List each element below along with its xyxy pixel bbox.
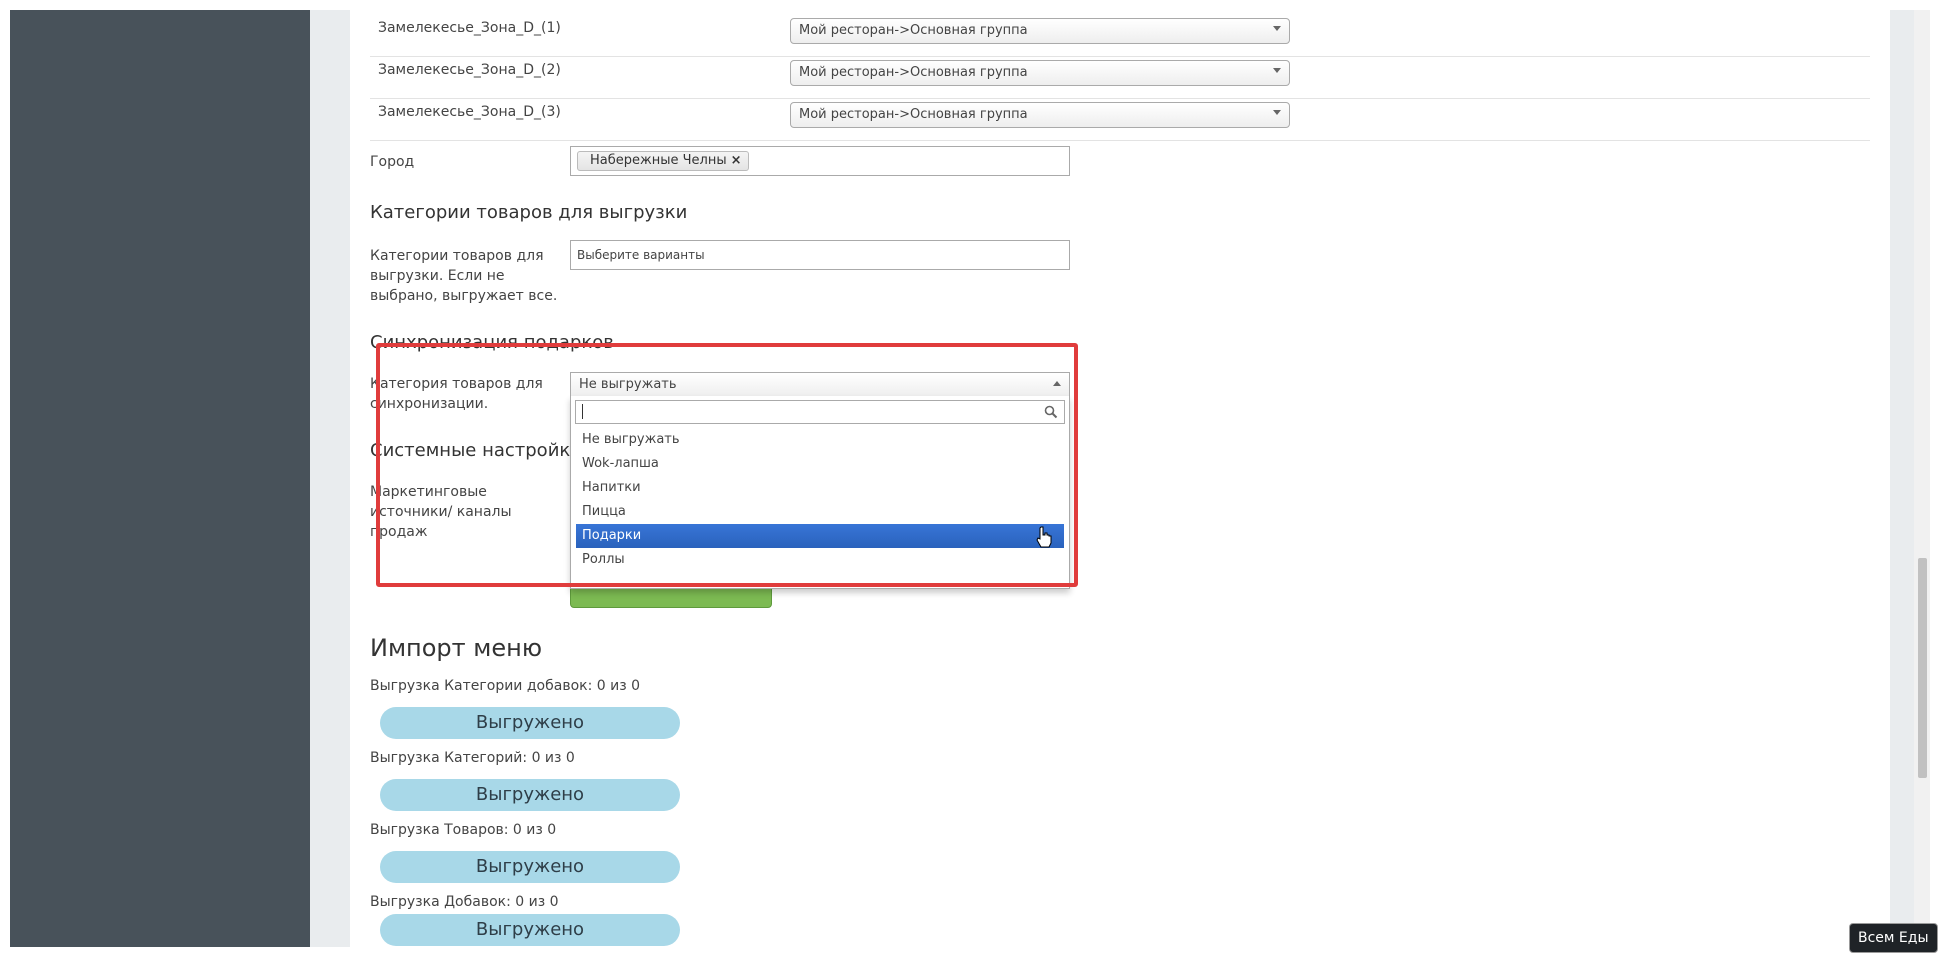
scrollbar-thumb[interactable] <box>1918 558 1927 778</box>
zone-group-select[interactable]: Мой ресторан->Основная группа <box>790 18 1290 44</box>
chevron-up-icon <box>1053 381 1061 386</box>
import-progress-bar: Выгружено <box>380 779 680 811</box>
gift-select-value: Не выгружать <box>579 377 677 392</box>
system-section-title: Системные настройк <box>370 440 571 461</box>
zone-label: Замелекесье_Зона_D_(2) <box>378 62 561 78</box>
categories-label-line: выбрано, выгружает все. <box>370 288 558 304</box>
import-row-label: Выгрузка Добавок: 0 из 0 <box>370 894 559 910</box>
import-row-label: Выгрузка Товаров: 0 из 0 <box>370 822 557 838</box>
gift-category-dropdown: Не выгружать Wok-лапша Напитки Пицца Под… <box>570 396 1070 589</box>
brand-badge: Всем Еды <box>1849 923 1938 953</box>
import-progress-bar: Выгружено <box>380 851 680 883</box>
zone-row: Замелекесье_Зона_D_(3) Мой ресторан->Осн… <box>370 98 1870 141</box>
gifts-label: Категория товаров для синхронизации. <box>370 374 543 414</box>
import-progress-bar: Выгружено <box>380 914 680 946</box>
settings-panel: Замелекесье_Зона_D_(1) Мой ресторан->Осн… <box>350 10 1890 947</box>
categories-label: Категории товаров для выгрузки. Если не … <box>370 246 557 306</box>
zone-group-select[interactable]: Мой ресторан->Основная группа <box>790 60 1290 86</box>
city-tag-label: Набережные Челны <box>590 153 727 168</box>
marketing-label-line: Маркетинговые <box>370 484 487 500</box>
gifts-label-line: синхронизации. <box>370 396 489 412</box>
text-caret <box>582 404 583 419</box>
categories-label-line: выгрузки. Если не <box>370 268 505 284</box>
sidebar <box>10 10 310 947</box>
zone-select-value: Мой ресторан->Основная группа <box>799 107 1028 122</box>
gift-category-select[interactable]: Не выгружать <box>570 372 1070 397</box>
zone-select-value: Мой ресторан->Основная группа <box>799 23 1028 38</box>
zone-select-value: Мой ресторан->Основная группа <box>799 65 1028 80</box>
import-title: Импорт меню <box>370 634 543 662</box>
city-multiselect[interactable]: Набережные Челны × <box>570 146 1070 176</box>
gifts-section-title: Синхронизация подарков <box>370 332 614 353</box>
zone-row: Замелекесье_Зона_D_(2) Мой ресторан->Осн… <box>370 56 1870 99</box>
marketing-sources-label: Маркетинговые источники/ каналы продаж <box>370 482 512 542</box>
dropdown-option[interactable]: Пицца <box>576 500 1064 524</box>
vertical-scrollbar[interactable] <box>1914 10 1930 947</box>
gifts-label-line: Категория товаров для <box>370 376 543 392</box>
dropdown-search-input[interactable] <box>575 400 1065 424</box>
zone-label: Замелекесье_Зона_D_(3) <box>378 104 561 120</box>
city-label: Город <box>370 154 415 170</box>
dropdown-option[interactable]: Роллы <box>576 548 1064 572</box>
categories-multiselect[interactable]: Выберите варианты <box>570 240 1070 270</box>
categories-label-line: Категории товаров для <box>370 248 544 264</box>
categories-section-title: Категории товаров для выгрузки <box>370 202 688 223</box>
chevron-down-icon <box>1273 68 1281 73</box>
city-tag: Набережные Челны × <box>577 151 749 171</box>
hand-cursor-icon <box>1036 526 1052 548</box>
chevron-down-icon <box>1273 110 1281 115</box>
zone-label: Замелекесье_Зона_D_(1) <box>378 20 561 36</box>
categories-placeholder: Выберите варианты <box>577 248 705 262</box>
dropdown-option[interactable]: Не выгружать <box>576 428 1064 452</box>
marketing-label-line: продаж <box>370 524 428 540</box>
chevron-down-icon <box>1273 26 1281 31</box>
dropdown-option-highlighted[interactable]: Подарки <box>576 524 1064 548</box>
search-icon <box>1044 405 1058 419</box>
dropdown-option[interactable]: Напитки <box>576 476 1064 500</box>
zone-group-select[interactable]: Мой ресторан->Основная группа <box>790 102 1290 128</box>
zone-row: Замелекесье_Зона_D_(1) Мой ресторан->Осн… <box>370 14 1870 57</box>
import-row-label: Выгрузка Категории добавок: 0 из 0 <box>370 678 641 694</box>
app-frame: Замелекесье_Зона_D_(1) Мой ресторан->Осн… <box>10 10 1930 947</box>
import-progress-bar: Выгружено <box>380 707 680 739</box>
marketing-label-line: источники/ каналы <box>370 504 512 520</box>
dropdown-option[interactable]: Wok-лапша <box>576 452 1064 476</box>
close-icon[interactable]: × <box>731 152 742 170</box>
import-row-label: Выгрузка Категорий: 0 из 0 <box>370 750 575 766</box>
